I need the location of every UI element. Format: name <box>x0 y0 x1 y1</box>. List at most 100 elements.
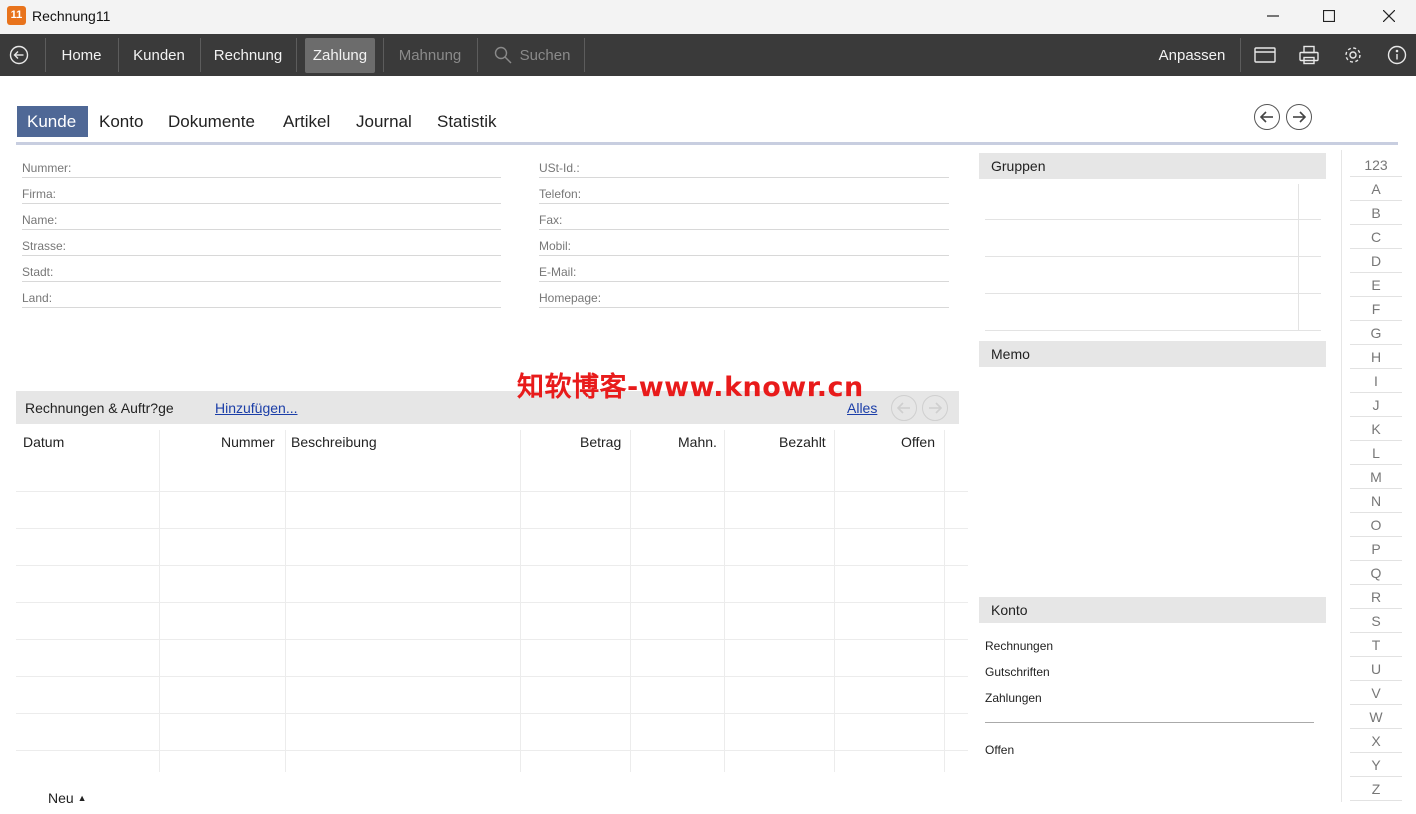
col-bezahlt[interactable]: Bezahlt <box>779 434 826 450</box>
alphabet-item[interactable]: J <box>1350 393 1402 417</box>
arrow-left-icon <box>1259 111 1273 123</box>
field-mobil[interactable]: Mobil: <box>539 234 949 256</box>
info-button[interactable] <box>1385 43 1409 67</box>
menu-suchen[interactable]: Suchen <box>515 38 575 73</box>
field-nummer[interactable]: Nummer: <box>22 156 501 178</box>
settings-button[interactable] <box>1341 43 1365 67</box>
window-icon <box>1254 47 1276 63</box>
print-button[interactable] <box>1297 43 1321 67</box>
field-stadt[interactable]: Stadt: <box>22 260 501 282</box>
alphabet-item[interactable]: V <box>1350 681 1402 705</box>
tab-dokumente[interactable]: Dokumente <box>158 106 265 137</box>
field-email[interactable]: E-Mail: <box>539 260 949 282</box>
tab-kunde[interactable]: Kunde <box>17 106 88 137</box>
alphabet-item[interactable]: X <box>1350 729 1402 753</box>
table-row <box>16 565 968 566</box>
col-mahnung[interactable]: Mahn. <box>678 434 717 450</box>
alphabet-item[interactable]: E <box>1350 273 1402 297</box>
watermark-text: 知软博客-www.knowr.cn <box>517 372 864 403</box>
alphabet-item[interactable]: G <box>1350 321 1402 345</box>
list-item <box>985 330 1321 331</box>
tab-artikel[interactable]: Artikel <box>273 106 340 137</box>
minimize-button[interactable] <box>1250 0 1296 32</box>
menu-zahlung[interactable]: Zahlung <box>305 38 375 73</box>
table-row <box>16 602 968 603</box>
field-homepage[interactable]: Homepage: <box>539 286 949 308</box>
menu-divider <box>118 38 119 72</box>
field-fax[interactable]: Fax: <box>539 208 949 230</box>
next-record-button[interactable] <box>1286 104 1312 130</box>
alphabet-item[interactable]: H <box>1350 345 1402 369</box>
alphabet-item[interactable]: I <box>1350 369 1402 393</box>
grid-divider <box>520 430 521 772</box>
alphabet-item[interactable]: K <box>1350 417 1402 441</box>
tab-konto[interactable]: Konto <box>89 106 153 137</box>
alphabet-item[interactable]: P <box>1350 537 1402 561</box>
alphabet-item[interactable]: S <box>1350 609 1402 633</box>
menu-mahnung[interactable]: Mahnung <box>391 38 469 73</box>
col-betrag[interactable]: Betrag <box>580 434 621 450</box>
alphabet-item[interactable]: Q <box>1350 561 1402 585</box>
menu-home[interactable]: Home <box>53 38 110 73</box>
tab-journal[interactable]: Journal <box>346 106 422 137</box>
konto-header: Konto <box>979 597 1326 623</box>
back-button[interactable] <box>7 43 31 67</box>
minimize-icon <box>1267 15 1279 17</box>
alphabet-item[interactable]: B <box>1350 201 1402 225</box>
arrow-right-icon <box>929 402 943 414</box>
invoices-prev-button[interactable] <box>891 395 917 421</box>
field-land[interactable]: Land: <box>22 286 501 308</box>
app-logo-icon: 11 <box>7 6 26 25</box>
prev-record-button[interactable] <box>1254 104 1280 130</box>
alphabet-item[interactable]: W <box>1350 705 1402 729</box>
col-beschreibung[interactable]: Beschreibung <box>291 434 377 450</box>
alphabet-item[interactable]: Y <box>1350 753 1402 777</box>
konto-offen: Offen <box>985 743 1015 757</box>
col-datum[interactable]: Datum <box>23 434 64 450</box>
alphabet-item[interactable]: 123 <box>1350 153 1402 177</box>
field-name[interactable]: Name: <box>22 208 501 230</box>
col-nummer[interactable]: Nummer <box>221 434 275 450</box>
printer-icon <box>1299 45 1319 65</box>
search-icon-wrap[interactable] <box>491 43 515 67</box>
alphabet-item[interactable]: F <box>1350 297 1402 321</box>
menu-rechnung[interactable]: Rechnung <box>208 38 288 73</box>
tab-statistik[interactable]: Statistik <box>427 106 507 137</box>
menu-divider <box>200 38 201 72</box>
alphabet-item[interactable]: U <box>1350 657 1402 681</box>
close-button[interactable] <box>1366 0 1412 32</box>
alphabet-item[interactable]: A <box>1350 177 1402 201</box>
alphabet-item[interactable]: D <box>1350 249 1402 273</box>
new-menu-button[interactable]: Neu ▲ <box>48 790 87 806</box>
list-item <box>985 293 1321 294</box>
memo-textarea[interactable] <box>979 367 1326 591</box>
grid-divider <box>1298 184 1299 330</box>
alphabet-item[interactable]: O <box>1350 513 1402 537</box>
menu-kunden[interactable]: Kunden <box>126 38 192 73</box>
col-offen[interactable]: Offen <box>901 434 935 450</box>
close-icon <box>1383 10 1395 22</box>
field-ustid[interactable]: USt-Id.: <box>539 156 949 178</box>
grid-divider <box>944 430 945 772</box>
customize-button[interactable]: Anpassen <box>1152 38 1232 73</box>
alphabet-item[interactable]: C <box>1350 225 1402 249</box>
main-menubar: Home Kunden Rechnung Zahlung Mahnung Suc… <box>0 34 1416 76</box>
field-firma[interactable]: Firma: <box>22 182 501 204</box>
maximize-icon <box>1323 10 1335 22</box>
alphabet-item[interactable]: M <box>1350 465 1402 489</box>
maximize-button[interactable] <box>1306 0 1352 32</box>
add-invoice-link[interactable]: Hinzufügen... <box>215 400 298 416</box>
alphabet-item[interactable]: T <box>1350 633 1402 657</box>
alphabet-item[interactable]: L <box>1350 441 1402 465</box>
konto-divider <box>985 722 1314 723</box>
window-layout-button[interactable] <box>1253 43 1277 67</box>
field-strasse[interactable]: Strasse: <box>22 234 501 256</box>
alphabet-item[interactable]: R <box>1350 585 1402 609</box>
alphabet-item[interactable]: N <box>1350 489 1402 513</box>
field-telefon[interactable]: Telefon: <box>539 182 949 204</box>
konto-zahlungen: Zahlungen <box>985 691 1042 705</box>
konto-rechnungen: Rechnungen <box>985 639 1054 653</box>
alphabet-item[interactable]: Z <box>1350 777 1402 801</box>
info-icon <box>1387 45 1407 65</box>
invoices-next-button[interactable] <box>922 395 948 421</box>
